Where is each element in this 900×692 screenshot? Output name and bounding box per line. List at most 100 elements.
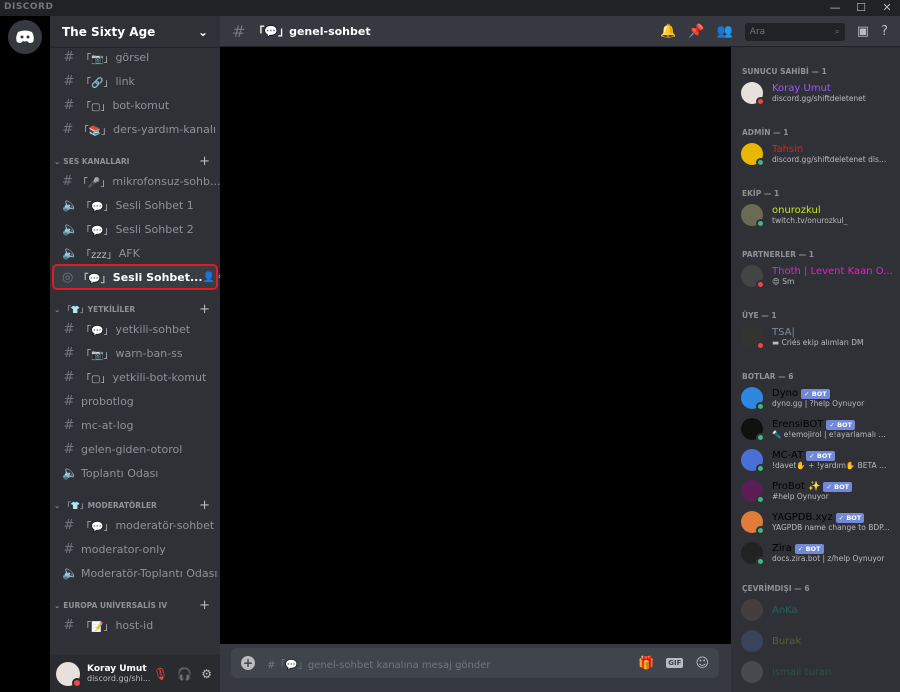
- pin-icon[interactable]: 📌: [688, 24, 704, 39]
- channel-text[interactable]: # 「📷」 warn-ban-ss: [54, 342, 216, 364]
- server-header[interactable]: The Sixty Age ⌄: [50, 16, 220, 48]
- channel-text[interactable]: # probotlog: [54, 390, 216, 412]
- avatar: [741, 449, 765, 473]
- channel-voice[interactable]: 🔈 「zzz」 AFK: [54, 242, 216, 264]
- member-item[interactable]: Burak: [741, 627, 896, 655]
- channel-voice[interactable]: 🔈 Toplantı Odası: [54, 462, 216, 484]
- member-item[interactable]: Thoth | Levent Kaan O... 😍 Sm: [741, 262, 896, 290]
- invite-icon[interactable]: 👤: [203, 272, 218, 283]
- category-header[interactable]: ⌄ EUROPA UNİVERSALİS IV +: [50, 598, 220, 613]
- channel-text[interactable]: # gelen-giden-otorol: [54, 438, 216, 460]
- member-category: PARTNERLER — 1: [742, 250, 814, 259]
- search-placeholder: Ara: [749, 26, 766, 37]
- member-activity: dyno.gg | ?help Oynuyor: [772, 399, 865, 408]
- channel-text[interactable]: # 「📚」 ders-yardım-kanalı: [54, 118, 216, 140]
- add-channel-icon[interactable]: +: [199, 498, 210, 513]
- close-button[interactable]: ✕: [874, 0, 900, 16]
- category-name: EUROPA UNİVERSALİS IV: [63, 600, 168, 610]
- member-name: ismail turan: [772, 666, 832, 678]
- avatar: [741, 418, 765, 442]
- chevron-icon: ⌄: [54, 500, 61, 510]
- member-item[interactable]: Dyno ✓ BOT dyno.gg | ?help Oynuyor: [741, 384, 896, 412]
- channel-text[interactable]: # 「🔗」 link: [54, 70, 216, 92]
- category-header[interactable]: ⌄ SES KANALLARI +: [50, 154, 220, 169]
- dnd-status-icon: [756, 280, 765, 289]
- server-rail: [0, 16, 50, 692]
- discord-logo-icon: [16, 30, 34, 43]
- members-icon[interactable]: 👥: [717, 24, 733, 39]
- avatar: [741, 661, 763, 683]
- message-input[interactable]: + #「💬」genel-sohbet kanalına mesaj gönder…: [231, 648, 719, 678]
- member-item[interactable]: AnKa: [741, 596, 896, 624]
- channel-text[interactable]: # 「▢」 yetkili-bot-komut: [54, 366, 216, 388]
- hash-icon: #: [62, 173, 73, 189]
- member-item[interactable]: Koray Umut discord.gg/shiftdeletenet: [741, 79, 896, 107]
- channel-text[interactable]: # mc-at-log: [54, 414, 216, 436]
- channel-text[interactable]: # 「📷」 görsel: [54, 46, 216, 68]
- channel-text[interactable]: # 「📝」 host-id: [54, 614, 216, 636]
- help-icon[interactable]: ?: [881, 24, 888, 39]
- member-item[interactable]: ErensiBOT ✓ BOT 🔦 e!emojirol | e!ayarlama…: [741, 415, 896, 443]
- member-name: TSA|: [772, 327, 795, 338]
- discord-home-button[interactable]: [8, 20, 42, 54]
- member-name: ErensiBOT: [772, 419, 824, 430]
- online-status-icon: [756, 526, 765, 535]
- add-channel-icon[interactable]: +: [199, 302, 210, 317]
- channel-name: moderatör-sohbet: [115, 518, 215, 532]
- member-item[interactable]: ProBot ✨ ✓ BOT #help Oynuyor: [741, 477, 896, 505]
- channel-emoji: 「💬」: [78, 273, 111, 285]
- headphones-icon[interactable]: 🎧: [177, 667, 192, 681]
- server-name: The Sixty Age: [62, 24, 156, 39]
- member-item[interactable]: Tahsin discord.gg/shiftdeletenet disc...: [741, 140, 896, 168]
- emoji-icon[interactable]: ☺: [695, 656, 709, 671]
- bell-icon[interactable]: 🔔: [660, 24, 676, 39]
- settings-gear-icon[interactable]: ⚙: [201, 667, 212, 681]
- channel-emoji: 「📷」: [81, 349, 114, 361]
- minimize-button[interactable]: —: [822, 0, 848, 16]
- member-item[interactable]: onurozkul twitch.tv/onurozkul_: [741, 201, 896, 229]
- add-attachment-icon[interactable]: +: [241, 656, 255, 670]
- avatar: [741, 599, 763, 621]
- category-header[interactable]: ⌄ 「👕」MODERATÖRLER +: [50, 498, 220, 513]
- member-item[interactable]: Zira ✓ BOT docs.zira.bot | z/help Oynuyor: [741, 539, 896, 567]
- member-name: Koray Umut: [772, 83, 831, 94]
- member-item[interactable]: MC-AT ✓ BOT !davet✋ + !yardım✋ BETA O...: [741, 446, 896, 474]
- channel-text[interactable]: # 「💬」 yetkili-sohbet: [54, 318, 216, 340]
- channel-emoji: 「zzz」: [81, 249, 117, 261]
- bot-badge: ✓ BOT: [794, 543, 824, 554]
- gift-icon[interactable]: 🎁: [638, 656, 654, 671]
- channel-text[interactable]: # 「💬」 moderatör-sohbet: [54, 514, 216, 536]
- channel-voice[interactable]: 🔈 「💬」 Sesli Sohbet 1: [54, 194, 216, 216]
- channel-text[interactable]: # moderator-only: [54, 538, 216, 560]
- stage-icon: ◎: [62, 269, 74, 285]
- dnd-status-icon: [72, 677, 82, 688]
- gif-button[interactable]: GIF: [666, 658, 684, 668]
- channel-text[interactable]: # 「▢」 bot-komut: [54, 94, 216, 116]
- channel-voice[interactable]: 🔈 「💬」 Sesli Sohbet 2: [54, 218, 216, 240]
- speaker-icon: 🔈: [62, 245, 79, 261]
- member-activity: discord.gg/shiftdeletenet disc...: [772, 155, 890, 164]
- add-channel-icon[interactable]: +: [199, 154, 210, 169]
- channel-name: yetkili-bot-komut: [112, 370, 207, 384]
- member-item[interactable]: YAGPDB.xyz ✓ BOT YAGPDB name change to BD…: [741, 508, 896, 536]
- category-header[interactable]: ⌄ 「👕」YETKİLİLER +: [50, 302, 220, 317]
- add-channel-icon[interactable]: +: [199, 598, 210, 613]
- channel-name: Moderatör-Toplantı Odası: [81, 566, 218, 580]
- member-item[interactable]: ismail turan: [741, 658, 896, 686]
- member-activity: YAGPDB name change to BDP...: [772, 523, 890, 532]
- hash-icon: #: [63, 369, 75, 385]
- bot-badge: ✓ BOT: [835, 512, 865, 523]
- speaker-icon: 🔈: [62, 565, 79, 581]
- channel-voice[interactable]: 🔈 Moderatör-Toplantı Odası: [54, 562, 218, 584]
- member-item[interactable]: TSA| ▬ Criés ekip alımları DM: [741, 323, 896, 351]
- chat-area: + #「💬」genel-sohbet kanalına mesaj gönder…: [220, 47, 731, 692]
- mute-microphone-icon[interactable]: 🎙: [153, 667, 168, 681]
- member-name: AnKa: [772, 604, 798, 616]
- channel-stage[interactable]: ◎「💬」Sesli Sohbet...👤⚙: [52, 264, 220, 290]
- maximize-button[interactable]: ☐: [848, 0, 874, 16]
- member-activity: #help Oynuyor: [772, 492, 829, 501]
- search-input[interactable]: Ara ⌕: [744, 22, 845, 41]
- inbox-icon[interactable]: ▣: [857, 24, 869, 39]
- avatar[interactable]: [56, 661, 82, 688]
- channel-text[interactable]: # 「🎤」 mikrofonsuz-sohb...: [54, 170, 220, 192]
